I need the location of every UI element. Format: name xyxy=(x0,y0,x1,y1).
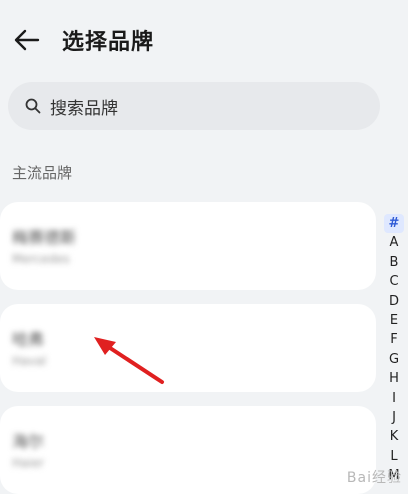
index-letter[interactable]: A xyxy=(384,233,404,252)
brand-item[interactable]: 海尔 Haier xyxy=(0,406,376,494)
index-letter[interactable]: K xyxy=(384,427,404,446)
brand-subtitle: Haier xyxy=(12,456,45,470)
brand-item[interactable]: 梅赛德斯 Mercedes xyxy=(0,202,376,290)
brand-subtitle: Haval xyxy=(12,354,47,368)
index-letter[interactable]: # xyxy=(384,214,404,234)
watermark: Bai经验 xyxy=(346,470,402,486)
brand-item[interactable]: 哈弗 Haval xyxy=(0,304,376,392)
brand-name: 海尔 xyxy=(12,432,45,451)
search-icon xyxy=(24,97,42,115)
index-letter[interactable]: F xyxy=(384,330,404,349)
brand-name: 哈弗 xyxy=(12,330,45,349)
search-input[interactable]: 搜索品牌 xyxy=(8,82,380,130)
index-letter[interactable]: C xyxy=(384,272,404,291)
index-letter[interactable]: D xyxy=(384,292,404,311)
index-letter[interactable]: E xyxy=(384,311,404,330)
index-letter[interactable]: G xyxy=(384,350,404,369)
index-letter[interactable]: L xyxy=(384,447,404,466)
back-button[interactable] xyxy=(12,26,42,54)
section-label: 主流品牌 xyxy=(12,164,73,182)
page-title: 选择品牌 xyxy=(62,30,155,55)
index-letter[interactable]: I xyxy=(384,389,404,408)
app-header: 选择品牌 xyxy=(0,0,408,80)
index-letter[interactable]: J xyxy=(384,408,404,427)
index-letter[interactable]: B xyxy=(384,253,404,272)
brand-subtitle: Mercedes xyxy=(12,252,70,266)
search-placeholder: 搜索品牌 xyxy=(50,98,118,119)
back-arrow-icon xyxy=(14,29,40,51)
alphabet-index[interactable]: # A B C D E F G H I J K L M xyxy=(384,214,406,485)
red-arrow-annotation-icon xyxy=(94,337,164,384)
brand-name: 梅赛德斯 xyxy=(12,228,77,247)
index-letter[interactable]: H xyxy=(384,369,404,388)
